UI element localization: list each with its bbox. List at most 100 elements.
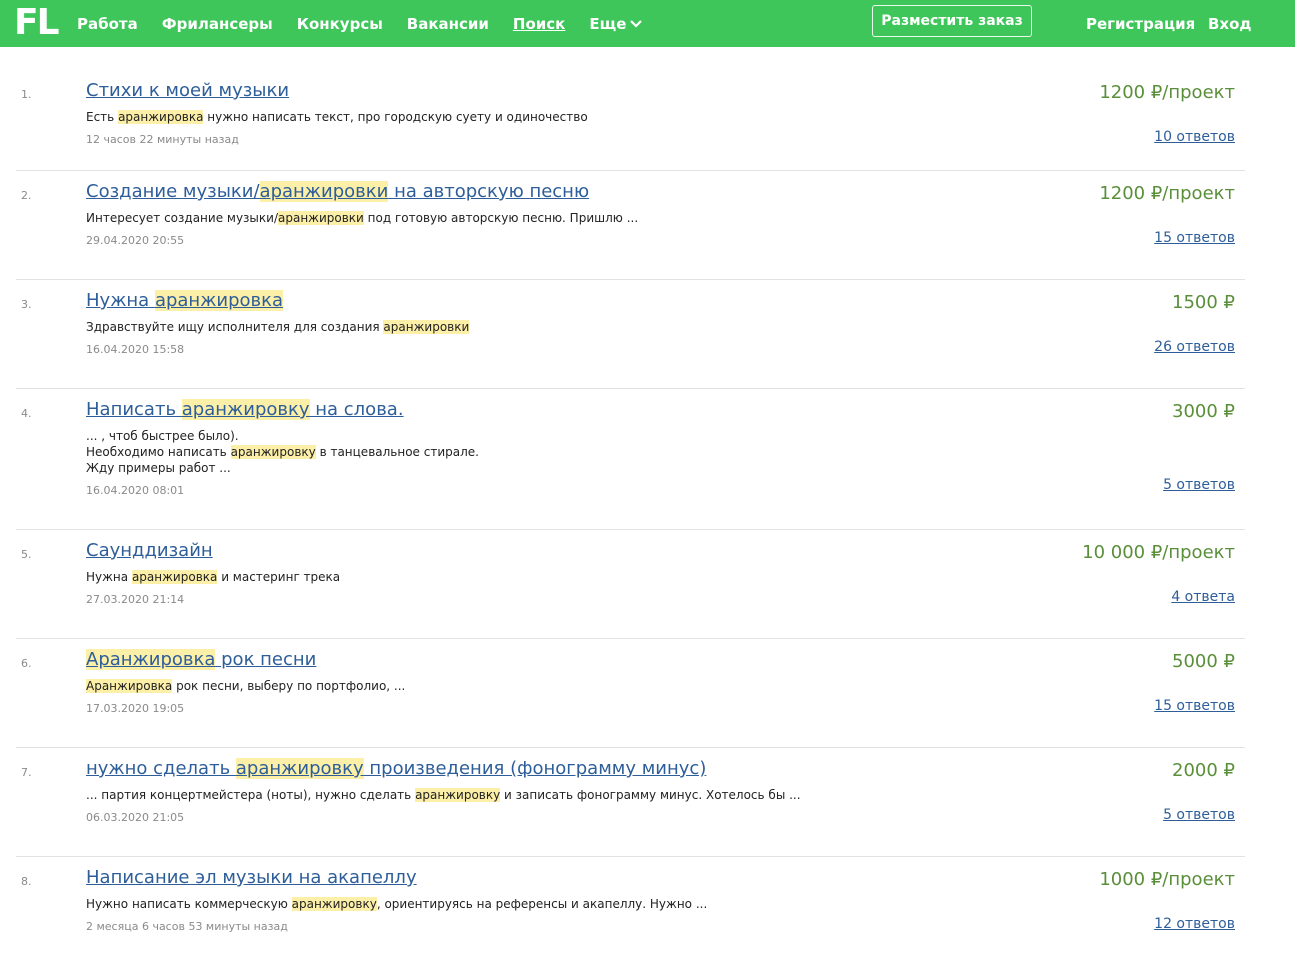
result-title-link[interactable]: Создание музыки/аранжировки на авторскую… — [86, 181, 589, 202]
result-row: 5. Саунддизайн Нужна аранжировка и мастери… — [16, 530, 1245, 639]
highlighted-term: аранжировку — [230, 445, 316, 459]
description-text: в танцевальное стирале. — [315, 445, 479, 459]
description-text: и записать фонограмму минус. Хотелось бы… — [500, 788, 801, 802]
description-text: Интересует создание музыки/ — [86, 211, 278, 225]
description-text: Нужно написать коммерческую — [86, 897, 292, 911]
description-text: Жду примеры работ ... — [86, 461, 231, 475]
result-price: 5000 ₽ — [1172, 651, 1235, 672]
title-text: нужно сделать — [86, 758, 236, 779]
search-results-list: 1. Стихи к моей музыки Есть аранжировка ну… — [16, 70, 1245, 947]
result-date: 06.03.2020 21:05 — [86, 811, 185, 824]
description-text: под готовую авторскую песню. Пришлю ... — [363, 211, 639, 225]
highlighted-term: Аранжировка — [86, 679, 173, 693]
result-index: 7. — [21, 766, 32, 779]
result-date: 29.04.2020 20:55 — [86, 234, 185, 247]
description-line: Нужна аранжировка и мастеринг трека — [86, 569, 340, 585]
result-price: 10 000 ₽/проект — [1082, 542, 1235, 563]
highlighted-term: аранжировки — [383, 320, 470, 334]
title-text: Нужна — [86, 290, 155, 311]
highlighted-term: аранжировки — [259, 181, 389, 202]
title-text: Написание эл музыки на акапеллу — [86, 867, 417, 888]
result-index: 1. — [21, 88, 32, 101]
title-text: на авторскую песню — [388, 181, 590, 202]
description-text: , ориентируясь на референсы и акапеллу. … — [376, 897, 708, 911]
result-title-link[interactable]: нужно сделать аранжировку произведения (… — [86, 758, 706, 779]
title-text: Саунддизайн — [86, 540, 213, 561]
description-line: Нужно написать коммерческую аранжировку,… — [86, 896, 707, 912]
description-line: Жду примеры работ ... — [86, 460, 479, 476]
nav-item-more[interactable]: Еще — [589, 14, 643, 33]
main-nav: Работа Фрилансеры Конкурсы Вакансии Поис… — [77, 0, 666, 47]
highlighted-term: аранжировку — [235, 758, 364, 779]
result-title-link[interactable]: Стихи к моей музыки — [86, 80, 289, 101]
description-line: Есть аранжировка нужно написать текст, п… — [86, 109, 588, 125]
result-index: 3. — [21, 298, 32, 311]
result-row: 1. Стихи к моей музыки Есть аранжировка ну… — [16, 70, 1245, 171]
description-line: Интересует создание музыки/аранжировки п… — [86, 210, 638, 226]
result-date: 16.04.2020 08:01 — [86, 484, 185, 497]
result-description: ... партия концертмейстера (ноты), нужно… — [86, 787, 801, 803]
description-text: ... , чтоб быстрее было). — [86, 429, 239, 443]
register-link[interactable]: Регистрация — [1086, 0, 1195, 47]
description-text: рок песни, выберу по портфолио, ... — [172, 679, 406, 693]
title-text: рок песни — [215, 649, 317, 670]
result-index: 2. — [21, 189, 32, 202]
highlighted-term: аранжировка — [118, 110, 204, 124]
result-answers-link[interactable]: 26 ответов — [1154, 339, 1235, 355]
result-answers-link[interactable]: 15 ответов — [1154, 698, 1235, 714]
nav-item-freelancers[interactable]: Фрилансеры — [162, 15, 273, 33]
result-date: 17.03.2020 19:05 — [86, 702, 185, 715]
result-title-link[interactable]: Аранжировка рок песни — [86, 649, 316, 670]
result-description: Здравствуйте ищу исполнителя для создани… — [86, 319, 470, 335]
highlighted-term: аранжировки — [278, 211, 364, 225]
title-text: на слова. — [309, 399, 404, 420]
result-row: 7. нужно сделать аранжировку произведения… — [16, 748, 1245, 857]
result-description: Нужно написать коммерческую аранжировку,… — [86, 896, 707, 912]
result-row: 4. Написать аранжировку на слова. ... , чт… — [16, 389, 1245, 530]
title-text: Стихи к моей музыки — [86, 80, 290, 101]
description-text: Есть — [86, 110, 119, 124]
result-price: 1200 ₽/проект — [1099, 183, 1235, 204]
highlighted-term: Аранжировка — [86, 649, 216, 670]
result-answers-link[interactable]: 5 ответов — [1163, 477, 1235, 493]
nav-item-work[interactable]: Работа — [77, 15, 138, 33]
result-answers-link[interactable]: 15 ответов — [1154, 230, 1235, 246]
login-link[interactable]: Вход — [1208, 0, 1252, 47]
result-row: 3. Нужна аранжировка Здравствуйте ищу испо… — [16, 280, 1245, 389]
highlighted-term: аранжировку — [291, 897, 377, 911]
nav-item-vacancies[interactable]: Вакансии — [407, 15, 489, 33]
result-price: 1200 ₽/проект — [1099, 82, 1235, 103]
fl-logo[interactable]: FL — [14, 5, 60, 41]
result-title-link[interactable]: Нужна аранжировка — [86, 290, 284, 311]
post-order-button[interactable]: Разместить заказ — [872, 5, 1032, 37]
description-line: Здравствуйте ищу исполнителя для создани… — [86, 319, 470, 335]
result-description: Интересует создание музыки/аранжировки п… — [86, 210, 638, 226]
result-title-link[interactable]: Написать аранжировку на слова. — [86, 399, 404, 420]
description-text: нужно написать текст, про городскую сует… — [203, 110, 588, 124]
result-row: 6. Аранжировка рок песни Аранжировка рок п… — [16, 639, 1245, 748]
result-index: 8. — [21, 875, 32, 888]
description-text: Нужна — [86, 570, 132, 584]
result-title-link[interactable]: Написание эл музыки на акапеллу — [86, 867, 417, 888]
result-date: 12 часов 22 минуты назад — [86, 133, 239, 146]
result-answers-link[interactable]: 10 ответов — [1154, 129, 1235, 145]
top-navigation-bar: FL Работа Фрилансеры Конкурсы Вакансии П… — [0, 0, 1295, 47]
result-index: 4. — [21, 407, 32, 420]
title-text: Создание музыки/ — [86, 181, 260, 202]
result-description: ... , чтоб быстрее было). Необходимо напи… — [86, 428, 479, 476]
result-answers-link[interactable]: 12 ответов — [1154, 916, 1235, 932]
result-answers-link[interactable]: 4 ответа — [1171, 589, 1235, 605]
result-price: 3000 ₽ — [1172, 401, 1235, 422]
result-price: 1000 ₽/проект — [1099, 869, 1235, 890]
nav-item-search[interactable]: Поиск — [513, 15, 565, 33]
description-text: и мастеринг трека — [217, 570, 341, 584]
nav-item-more-label: Еще — [589, 14, 627, 33]
result-row: 8. Написание эл музыки на акапеллу Нужно н… — [16, 857, 1245, 947]
result-price: 2000 ₽ — [1172, 760, 1235, 781]
result-title-link[interactable]: Саунддизайн — [86, 540, 213, 561]
nav-item-contests[interactable]: Конкурсы — [297, 15, 383, 33]
highlighted-term: аранжировка — [154, 290, 284, 311]
highlighted-term: аранжировку — [181, 399, 310, 420]
result-answers-link[interactable]: 5 ответов — [1163, 807, 1235, 823]
description-line: ... партия концертмейстера (ноты), нужно… — [86, 787, 801, 803]
